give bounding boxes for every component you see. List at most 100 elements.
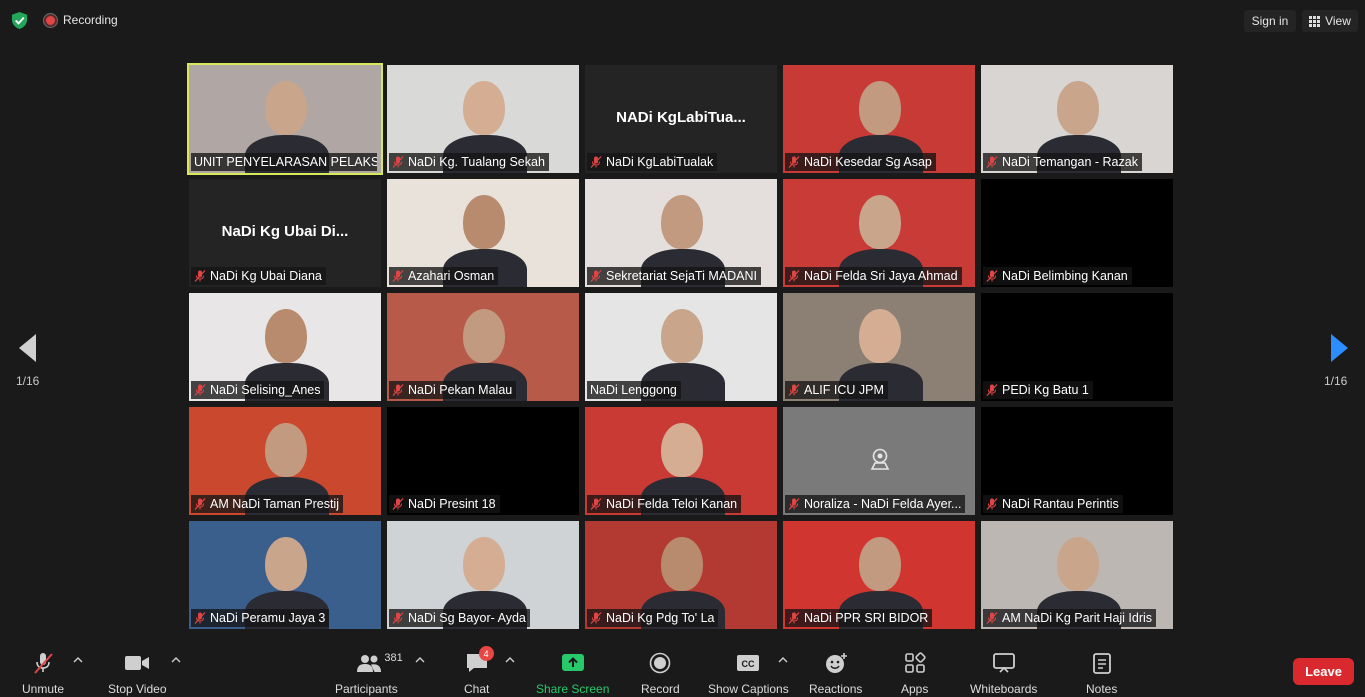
participant-name-bar: NaDi Pekan Malau — [389, 381, 517, 399]
stop-video-button[interactable]: Stop Video — [108, 652, 167, 696]
participant-tile[interactable]: NaDi Selising_Anes — [189, 293, 381, 401]
participant-silhouette-head — [265, 81, 307, 135]
participant-name: NaDi Belimbing Kanan — [1002, 269, 1128, 283]
participant-silhouette-head — [1057, 537, 1099, 591]
participant-name: NaDi Presint 18 — [408, 497, 496, 511]
participant-name: NaDi Kg. Tualang Sekah — [408, 155, 545, 169]
closed-captions-icon: CC — [737, 655, 760, 671]
participant-tile[interactable]: UNIT PENYELARASAN PELAKS... — [187, 63, 383, 175]
participant-name-bar: NaDi Sg Bayor- Ayda — [389, 609, 530, 627]
participants-options-caret-icon[interactable] — [415, 656, 425, 664]
unmute-button[interactable]: Unmute — [22, 652, 64, 696]
mic-muted-icon — [194, 612, 206, 624]
mic-muted-icon — [392, 384, 404, 396]
mic-muted-icon — [986, 498, 998, 510]
participant-tile[interactable]: AM NaDi Kg Parit Haji Idris — [981, 521, 1173, 629]
participant-tile[interactable]: NaDi Peramu Jaya 3 — [189, 521, 381, 629]
participants-button[interactable]: 381 Participants — [335, 652, 403, 696]
mic-muted-icon — [590, 156, 602, 168]
chat-unread-badge: 4 — [478, 646, 494, 661]
participant-name: Noraliza - NaDi Felda Ayer... — [804, 497, 962, 511]
participant-tile[interactable]: Noraliza - NaDi Felda Ayer... — [783, 407, 975, 515]
participant-name-bar: AM NaDi Taman Prestij — [191, 495, 343, 513]
participant-silhouette-head — [661, 537, 703, 591]
participant-name: Sekretariat SejaTi MADANI — [606, 269, 757, 283]
view-button[interactable]: View — [1302, 10, 1358, 32]
show-captions-label: Show Captions — [708, 682, 789, 696]
encryption-shield-icon[interactable] — [10, 11, 29, 30]
next-page-arrow-icon[interactable] — [1331, 334, 1348, 362]
participant-name: NaDi KgLabiTualak — [606, 155, 714, 169]
participant-tile[interactable]: ALIF ICU JPM — [783, 293, 975, 401]
video-options-caret-icon[interactable] — [171, 656, 181, 664]
meeting-toolbar: Unmute Stop Video 381 Participants 4 Cha… — [0, 640, 1365, 697]
participant-silhouette-head — [859, 195, 901, 249]
participant-tile[interactable]: NaDi Felda Teloi Kanan — [585, 407, 777, 515]
participant-tile[interactable]: NaDi Pekan Malau — [387, 293, 579, 401]
participant-tile[interactable]: NaDi Felda Sri Jaya Ahmad — [783, 179, 975, 287]
participant-silhouette-head — [859, 309, 901, 363]
participant-name-bar: Noraliza - NaDi Felda Ayer... — [785, 495, 966, 513]
participant-name: NaDi Kg Pdg To' La — [606, 611, 715, 625]
participant-name-bar: PEDi Kg Batu 1 — [983, 381, 1093, 399]
notes-label: Notes — [1086, 682, 1118, 696]
participant-tile[interactable]: NaDi PPR SRI BIDOR — [783, 521, 975, 629]
mic-muted-icon — [788, 384, 800, 396]
participant-name: NaDi Sg Bayor- Ayda — [408, 611, 526, 625]
participant-silhouette-head — [859, 81, 901, 135]
participant-name-bar: NaDi Kg Pdg To' La — [587, 609, 719, 627]
show-captions-button[interactable]: CC Show Captions — [708, 652, 789, 696]
whiteboards-button[interactable]: Whiteboards — [970, 652, 1037, 696]
participant-tile[interactable]: NaDi Lenggong — [585, 293, 777, 401]
recording-indicator[interactable]: Recording — [44, 13, 118, 27]
participant-tile[interactable]: NaDi Rantau Perintis — [981, 407, 1173, 515]
notes-button[interactable]: Notes — [1086, 652, 1117, 696]
audio-options-caret-icon[interactable] — [73, 656, 83, 664]
unmute-label: Unmute — [22, 682, 65, 696]
participant-silhouette-head — [1057, 81, 1099, 135]
participant-tile[interactable]: NaDi Kg Ubai Di... NaDi Kg Ubai Diana — [189, 179, 381, 287]
participant-tile[interactable]: NaDi Kg. Tualang Sekah — [387, 65, 579, 173]
mic-muted-icon — [194, 270, 206, 282]
page-indicator-left: 1/16 — [16, 374, 40, 388]
previous-page-arrow-icon[interactable] — [19, 334, 36, 362]
participant-tile[interactable]: NaDi Belimbing Kanan — [981, 179, 1173, 287]
sign-in-button[interactable]: Sign in — [1244, 10, 1296, 32]
participant-silhouette-head — [265, 309, 307, 363]
participant-tile[interactable]: NaDi Kg Pdg To' La — [585, 521, 777, 629]
participant-silhouette-head — [265, 423, 307, 477]
view-label: View — [1325, 14, 1351, 28]
reactions-button[interactable]: Reactions — [809, 652, 862, 696]
share-screen-button[interactable]: Share Screen — [536, 652, 609, 696]
participant-tile[interactable]: Azahari Osman — [387, 179, 579, 287]
mic-muted-icon — [788, 156, 800, 168]
participant-tile[interactable]: AM NaDi Taman Prestij — [189, 407, 381, 515]
apps-button[interactable]: Apps — [901, 652, 928, 696]
participant-name-bar: NaDi Belimbing Kanan — [983, 267, 1132, 285]
notes-icon — [1092, 653, 1111, 674]
participant-silhouette-head — [661, 195, 703, 249]
participant-tile[interactable]: PEDi Kg Batu 1 — [981, 293, 1173, 401]
participant-name-bar: NaDi Selising_Anes — [191, 381, 325, 399]
whiteboards-label: Whiteboards — [970, 682, 1038, 696]
leave-meeting-button[interactable]: Leave — [1293, 658, 1354, 685]
participant-name-bar: NaDi Kg Ubai Diana — [191, 267, 326, 285]
chat-options-caret-icon[interactable] — [505, 656, 515, 664]
record-button[interactable]: Record — [641, 652, 680, 696]
svg-text:CC: CC — [742, 659, 755, 669]
participant-name-bar: AM NaDi Kg Parit Haji Idris — [983, 609, 1157, 627]
participant-tile[interactable]: NaDi Temangan - Razak — [981, 65, 1173, 173]
chat-button[interactable]: 4 Chat — [464, 646, 494, 696]
participant-name-bar: NaDi Peramu Jaya 3 — [191, 609, 330, 627]
captions-options-caret-icon[interactable] — [778, 656, 788, 664]
participant-tile[interactable]: NaDi Presint 18 — [387, 407, 579, 515]
participant-name: AM NaDi Kg Parit Haji Idris — [1002, 611, 1153, 625]
participant-silhouette-head — [661, 309, 703, 363]
participant-tile[interactable]: NaDi Sg Bayor- Ayda — [387, 521, 579, 629]
participant-name: AM NaDi Taman Prestij — [210, 497, 339, 511]
participant-tile[interactable]: NaDi Kesedar Sg Asap — [783, 65, 975, 173]
participant-name-bar: NaDi Temangan - Razak — [983, 153, 1142, 171]
participant-tile[interactable]: NADi KgLabiTua... NaDi KgLabiTualak — [585, 65, 777, 173]
mic-muted-icon — [986, 156, 998, 168]
participant-tile[interactable]: Sekretariat SejaTi MADANI — [585, 179, 777, 287]
